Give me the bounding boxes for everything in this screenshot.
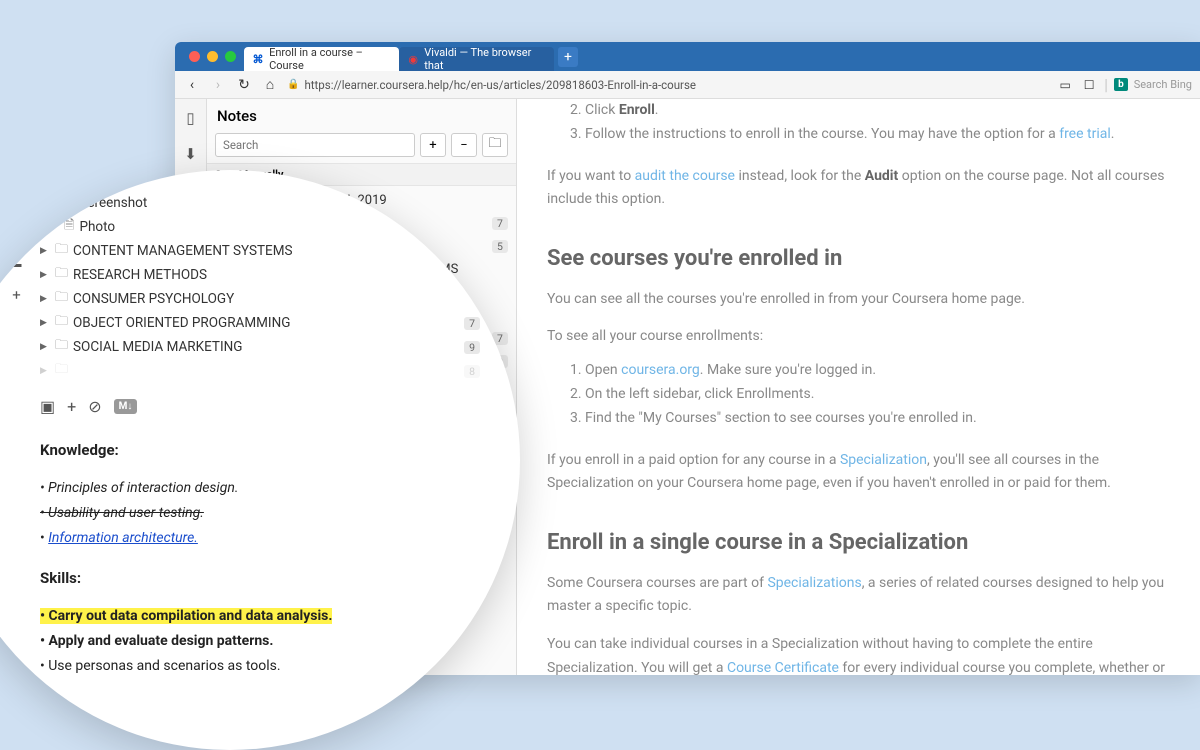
bookmark-icon[interactable]: ☐ [1080, 76, 1098, 94]
paragraph: If you enroll in a paid option for any c… [547, 449, 1170, 497]
count-badge: 5 [492, 240, 508, 253]
list-item: On the left sidebar, click Enrollments. [585, 383, 1170, 407]
new-folder-button[interactable]: 🗀 [482, 133, 508, 157]
list-item: Find the "My Courses" section to see cou… [585, 407, 1170, 431]
info-arch-link[interactable]: Information architecture. [48, 530, 198, 546]
paragraph: You can take individual courses in a Spe… [547, 633, 1170, 675]
heading-single-course: Enroll in a single course in a Specializ… [547, 524, 1170, 561]
delete-note-button[interactable]: − [451, 133, 477, 157]
folder-icon: 🗀 [55, 240, 68, 262]
new-tab-button[interactable]: + [558, 47, 578, 67]
tab-bar: ⌘ Enroll in a course – Course ◉ Vivaldi … [175, 42, 1200, 71]
markdown-toggle[interactable]: M↓ [114, 399, 138, 414]
forward-button[interactable]: › [209, 76, 227, 94]
tree-folder[interactable]: ▶🗀OBJECT ORIENTED PROGRAMMING7 [40, 311, 480, 335]
folder-icon: 🗀 [55, 288, 68, 310]
tree-folder[interactable]: ▶🗀SOCIAL MEDIA MARKETING9 [40, 335, 480, 359]
window-controls [181, 51, 244, 62]
paragraph: Some Coursera courses are part of Specia… [547, 572, 1170, 620]
enroll-step-3: Follow the instructions to enroll in the… [585, 123, 1170, 147]
chevron-right-icon: ▶ [40, 342, 50, 352]
knowledge-heading: Knowledge: [40, 438, 480, 463]
bing-icon: b [1114, 78, 1128, 91]
maximize-window-icon[interactable] [225, 51, 236, 62]
tree-folder[interactable]: ▶🗀CONTENT MANAGEMENT SYSTEMS [40, 239, 480, 263]
attachment-icon[interactable]: ⊘ [88, 397, 101, 416]
home-button[interactable]: ⌂ [261, 76, 279, 94]
audit-link[interactable]: audit the course [635, 168, 735, 184]
audit-paragraph: If you want to audit the course instead,… [547, 165, 1170, 213]
reload-button[interactable]: ↻ [235, 76, 253, 94]
specialization-link[interactable]: Specialization [840, 452, 927, 468]
note-line: • Principles of interaction design. [40, 477, 480, 500]
heading-see-courses: See courses you're enrolled in [547, 240, 1170, 277]
tree-folder[interactable]: ▶🗀RESEARCH METHODS [40, 263, 480, 287]
note-line-highlight: • Carry out data compilation and data an… [40, 605, 480, 628]
zoom-iconbar: 🗎 ◔ ▬ + [0, 180, 33, 304]
note-line-link: • Information architecture. [40, 527, 480, 550]
note-line-strike: • Usability and user testing. [40, 502, 480, 525]
note-line-bold: • Apply and evaluate design patterns. [40, 630, 480, 653]
notes-search-input[interactable] [215, 133, 415, 157]
note-toolbar: ▣ + ⊘ M↓ [40, 383, 480, 428]
chevron-right-icon: ▶ [40, 270, 50, 280]
coursera-icon: ⌘ [252, 53, 264, 66]
chevron-right-icon: ▶ [40, 246, 50, 256]
right-buttons: ▭ ☐ | b Search Bing [1056, 75, 1192, 94]
coursera-link[interactable]: coursera.org [621, 362, 700, 378]
generic-icon[interactable]: ▬ [12, 259, 22, 270]
downloads-icon[interactable]: ⬇ [184, 145, 197, 163]
zoom-overlay: 🗎 ◔ ▬ + 🗎Screenshot7 🗎Photo5 ▶🗀CONTENT M… [0, 170, 520, 750]
tab-title: Vivaldi — The browser that [424, 46, 546, 72]
url-text: https://learner.coursera.help/hc/en-us/a… [304, 78, 696, 92]
folder-icon: 🗀 [55, 312, 68, 334]
certificate-link[interactable]: Course Certificate [727, 660, 839, 675]
close-window-icon[interactable] [189, 51, 200, 62]
page-content: Click Enroll. Follow the instructions to… [517, 99, 1200, 675]
panel-title: Notes [207, 99, 516, 133]
skills-heading: Skills: [40, 566, 480, 591]
file-icon: 🗎 [64, 192, 74, 214]
tab-title: Enroll in a course – Course [269, 46, 391, 72]
file-icon: 🗎 [64, 216, 74, 238]
add-note-button[interactable]: + [420, 133, 446, 157]
bookmarks-icon[interactable]: ▯ [186, 109, 194, 127]
folder-icon: 🗀 [55, 264, 68, 286]
notes-panel-icon[interactable]: ◔ [6, 221, 28, 243]
tab-inactive[interactable]: ◉ Vivaldi — The browser that [399, 47, 554, 71]
chevron-right-icon: ▶ [40, 294, 50, 304]
tab-active[interactable]: ⌘ Enroll in a course – Course [244, 47, 399, 71]
reader-icon[interactable]: ▭ [1056, 76, 1074, 94]
tree-folder[interactable]: ▶🗀8 [40, 359, 480, 383]
tree-item[interactable]: 🗎Photo5 [40, 215, 480, 239]
folder-icon: 🗀 [55, 336, 68, 358]
list-item: Open coursera.org. Make sure you're logg… [585, 359, 1170, 383]
note-editor[interactable]: Knowledge: • Principles of interaction d… [40, 438, 480, 678]
add-panel-icon[interactable]: + [12, 286, 21, 304]
paragraph: You can see all the courses you're enrol… [547, 288, 1170, 312]
paragraph: To see all your course enrollments: [547, 325, 1170, 349]
vivaldi-icon: ◉ [407, 53, 419, 66]
free-trial-link[interactable]: free trial [1059, 126, 1111, 142]
lock-icon: 🔒 [287, 79, 299, 90]
url-field[interactable]: 🔒 https://learner.coursera.help/hc/en-us… [287, 78, 1048, 92]
search-placeholder[interactable]: Search Bing [1134, 78, 1192, 91]
camera-icon[interactable]: ▣ [40, 397, 55, 416]
page-icon[interactable]: 🗎 [10, 180, 22, 205]
enroll-step-2: Click Enroll. [585, 99, 1170, 123]
count-badge: 7 [492, 217, 508, 230]
specializations-link[interactable]: Specializations [767, 575, 861, 591]
tree-folder[interactable]: ▶🗀CONSUMER PSYCHOLOGY [40, 287, 480, 311]
zoom-tree: 🗎Screenshot7 🗎Photo5 ▶🗀CONTENT MANAGEMEN… [40, 183, 480, 383]
minimize-window-icon[interactable] [207, 51, 218, 62]
address-bar: ‹ › ↻ ⌂ 🔒 https://learner.coursera.help/… [175, 71, 1200, 99]
chevron-right-icon: ▶ [40, 318, 50, 328]
tree-item[interactable]: 🗎Screenshot7 [40, 191, 480, 215]
add-icon[interactable]: + [67, 397, 76, 416]
back-button[interactable]: ‹ [183, 76, 201, 94]
